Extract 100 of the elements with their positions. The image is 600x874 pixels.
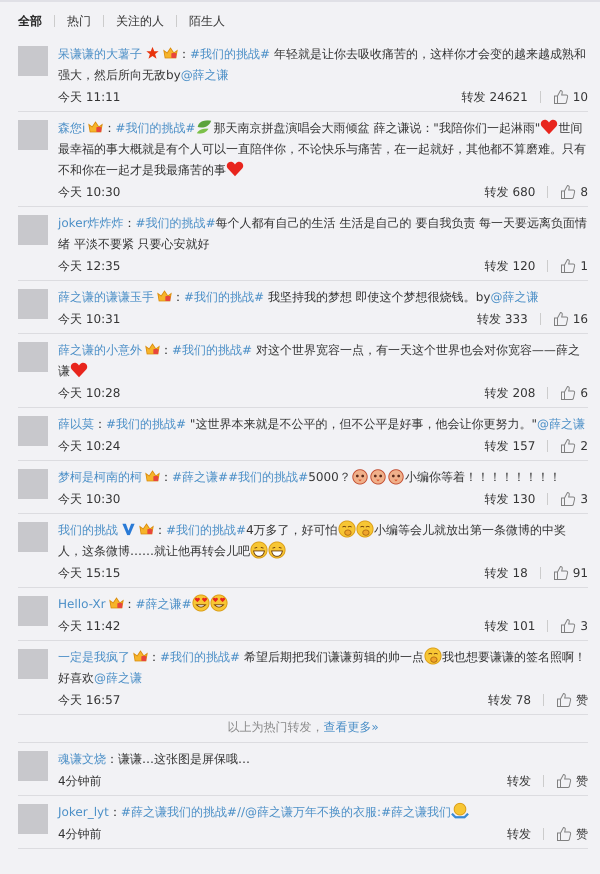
crown-icon (145, 342, 160, 356)
post-text: Hello-Xr ：#薛之谦# (58, 594, 588, 615)
post-text: joker炸炸炸：#我们的挑战#每个人都有自己的生活 生活是自己的 要自我负责 每一天要远离负面情绪 平淡不要紧 只要心安就好 (58, 215, 588, 253)
like-button[interactable]: 3 (560, 618, 588, 634)
avatar-placeholder[interactable] (18, 120, 48, 150)
like-button[interactable]: 91 (552, 565, 588, 581)
leaf-emoji-icon (195, 118, 214, 136)
thumbs-up-icon (556, 826, 572, 842)
like-button[interactable]: 赞 (556, 826, 588, 842)
filter-tab[interactable]: 关注的人 (116, 12, 164, 30)
avatar-placeholder[interactable] (18, 522, 48, 552)
post-text: 魂谦文烧：谦谦…这张图是屏保哦… (58, 751, 251, 768)
heart-emoji-icon (226, 160, 244, 178)
like-button[interactable]: 10 (552, 89, 588, 105)
repost-link[interactable]: 转发 130 (484, 490, 536, 508)
repost-link[interactable]: 转发 24621 (462, 88, 528, 106)
post-text: 薛之谦的谦谦玉手 ：#我们的挑战# 我坚持我的梦想 即使这个梦想很烧钱。by@薛之谦 (58, 288, 540, 306)
like-button[interactable]: 8 (560, 184, 588, 200)
filter-tab[interactable]: 陌生人 (189, 12, 225, 30)
thumbs-up-icon (552, 89, 569, 105)
crown-icon (139, 522, 154, 536)
repost-link[interactable]: 转发 (507, 772, 531, 790)
avatar-placeholder[interactable] (18, 342, 48, 372)
like-button[interactable]: 3 (560, 491, 588, 507)
heart-eyes-emoji-icon (210, 594, 228, 612)
crown-icon (133, 649, 148, 663)
post-time: 4分钟前 (58, 772, 102, 790)
heart-emoji-icon (540, 118, 558, 136)
post-time: 今天 12:35 (58, 258, 120, 274)
post-text: 薛以莫：#我们的挑战# "这世界本来就是不公平的，但不公平是好事，他会让你更努力。"@薛之谦 (58, 416, 586, 433)
heart-emoji-icon (70, 361, 88, 379)
avatar-placeholder[interactable] (18, 649, 48, 679)
avatar-placeholder[interactable] (18, 469, 48, 499)
repost-link[interactable]: 转发 157 (484, 438, 536, 454)
repost-link[interactable]: 转发 18 (484, 564, 528, 582)
thumbs-up-icon (560, 385, 576, 401)
crown-icon (108, 596, 124, 610)
thumbs-up-icon (560, 618, 576, 634)
post-text: Joker_lyt：#薛之谦我们的挑战#//@薛之谦万年不换的衣服:#薛之谦我们 (58, 802, 588, 823)
crown-icon (157, 289, 172, 303)
post-time: 4分钟前 (58, 826, 102, 842)
avatar-placeholder[interactable] (18, 289, 48, 319)
heart-eyes-emoji-icon (192, 594, 210, 612)
repost-link[interactable]: 转发 333 (477, 310, 528, 328)
repost-link[interactable]: 转发 120 (484, 258, 536, 274)
like-button[interactable]: 2 (560, 438, 588, 454)
filter-tab[interactable]: 全部 (18, 12, 42, 30)
avatar-placeholder[interactable] (18, 596, 48, 626)
thumbs-up-icon (552, 311, 569, 327)
chick-emoji-icon (368, 467, 387, 485)
giggle-emoji-icon (356, 520, 374, 538)
post-text: 薛之谦的小意外 ：#我们的挑战# 对这个世界宽容一点，有一天这个世界也会对你宽容——薛之谦 (58, 341, 581, 381)
thumbs-up-icon (560, 184, 576, 200)
repost-link[interactable]: 转发 (507, 826, 531, 842)
verified-icon (121, 522, 136, 536)
shrug-emoji-icon (451, 802, 470, 820)
crown-icon (163, 46, 178, 60)
thumbs-up-icon (560, 491, 576, 507)
hot-reposts-note: 以上为热门转发， (227, 720, 324, 734)
giggle-emoji-icon (338, 520, 356, 538)
post-text: 一定是我疯了 ：#我们的挑战# 希望后期把我们谦谦剪辑的帅一点 我也想要谦谦的签名照啊！好喜欢@薛之谦 (58, 647, 588, 689)
post-time: 今天 11:11 (58, 88, 120, 106)
post-text: 森您i ：#我们的挑战# 那天南京拼盘演唱会大雨倾盆 薛之谦说："我陪你们一起淋雨" 世间最幸福的事大概就是有个人可以一直陪伴你，不论快乐与痛苦，在一起就好，其他都不算磨难。只有不和你在一起才是我最痛苦的事 (58, 118, 588, 181)
chick-emoji-icon (386, 467, 405, 485)
like-button[interactable]: 6 (560, 385, 588, 401)
avatar-placeholder[interactable] (18, 46, 48, 76)
post-text: 我们的挑战 ：#我们的挑战#4万多了，好可怕 小编等会儿就放出第一条微博的中奖人，这条微博……就让他再转会儿吧 (58, 520, 588, 562)
like-button[interactable]: 赞 (556, 772, 588, 790)
avatar-placeholder[interactable] (18, 804, 48, 834)
post-text: 梦柯是柯南的柯 ：#薛之谦##我们的挑战#5000？ 小编你等着！！！！！！！！ (58, 467, 588, 488)
post-time: 今天 10:24 (58, 438, 120, 454)
avatar-placeholder[interactable] (18, 215, 48, 245)
repost-link[interactable]: 转发 208 (484, 384, 536, 402)
thumbs-up-icon (556, 773, 572, 789)
repost-link[interactable]: 转发 680 (484, 184, 536, 200)
grin-emoji-icon (250, 541, 268, 559)
post-time: 今天 10:31 (58, 310, 120, 328)
avatar-placeholder[interactable] (18, 751, 48, 781)
thumbs-up-icon (560, 258, 576, 274)
thumbs-up-icon (560, 438, 576, 454)
like-button[interactable]: 1 (560, 258, 588, 274)
post-time: 今天 16:57 (58, 692, 120, 708)
post-time: 今天 11:42 (58, 618, 120, 634)
filter-tab[interactable]: 热门 (67, 12, 91, 30)
thumbs-up-icon (556, 692, 572, 708)
post-time: 今天 10:30 (58, 184, 120, 200)
repost-link[interactable]: 转发 78 (488, 692, 531, 708)
repost-link[interactable]: 转发 101 (484, 618, 536, 634)
post-text: 呆谦谦的大薯子 ：#我们的挑战# 年轻就是让你去吸收痛苦的，这样你才会变的越来越成熟和强大，然后所向无敌by@薛之谦 (58, 45, 587, 84)
crown-icon (145, 469, 160, 483)
post-time: 今天 10:28 (58, 384, 120, 402)
like-button[interactable]: 16 (552, 311, 588, 327)
thumbs-up-icon (552, 565, 569, 581)
like-button[interactable]: 赞 (556, 692, 588, 708)
star-icon (145, 46, 160, 60)
chick-emoji-icon (350, 467, 369, 485)
avatar-placeholder[interactable] (18, 416, 48, 446)
post-time: 今天 15:15 (58, 564, 120, 582)
post-time: 今天 10:30 (58, 490, 120, 508)
giggle-emoji-icon (424, 647, 442, 665)
